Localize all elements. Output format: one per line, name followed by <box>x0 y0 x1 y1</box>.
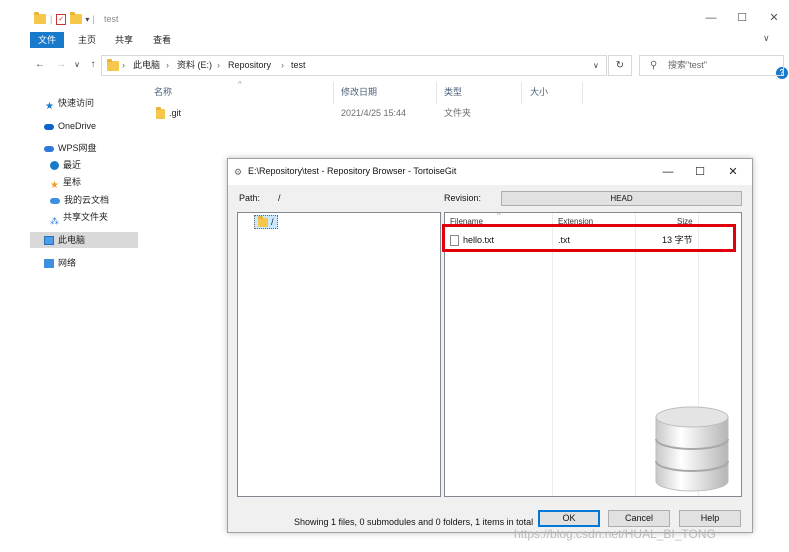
explorer-titlebar: | ✓ ▾ | test — ☐ ✕ <box>0 0 789 30</box>
folder-icon <box>156 106 165 119</box>
cloud-icon <box>44 123 54 130</box>
back-button[interactable]: ← <box>33 58 47 72</box>
minimize-button[interactable]: — <box>703 10 719 26</box>
ok-button[interactable]: OK <box>538 510 600 527</box>
column-header-modified[interactable]: 修改日期 <box>341 85 377 99</box>
close-button[interactable]: ✕ <box>766 10 782 26</box>
repository-browser-dialog: ⚙ E:\Repository\test - Repository Browse… <box>227 158 753 533</box>
highlight-box <box>442 224 736 252</box>
folder-icon[interactable] <box>34 12 46 24</box>
star-icon: ★ <box>50 180 59 192</box>
sidebar-item-wps[interactable]: WPS网盘 <box>44 140 97 156</box>
dialog-titlebar: ⚙ E:\Repository\test - Repository Browse… <box>228 159 752 185</box>
new-folder-icon[interactable] <box>70 12 83 24</box>
sidebar-item-quick-access[interactable]: ★ 快速访问 <box>45 95 94 113</box>
database-icon <box>655 406 729 492</box>
tab-view[interactable]: 查看 <box>145 32 179 48</box>
share-icon: ⁂ <box>50 216 59 227</box>
folder-icon <box>107 59 119 71</box>
forward-button[interactable]: → <box>54 58 68 72</box>
dialog-title: E:\Repository\test - Repository Browser … <box>248 166 457 176</box>
watermark: https://blog.csdn.net/HUAL_BI_TONG <box>514 527 716 541</box>
search-icon: ⚲ <box>650 60 658 71</box>
cloud-icon <box>44 145 54 152</box>
sidebar-item-starred[interactable]: ★ 星标 <box>50 174 81 192</box>
tab-home[interactable]: 主页 <box>70 32 104 48</box>
sidebar-item-network[interactable]: 网络 <box>44 255 76 271</box>
breadcrumb-this-pc[interactable]: 此电脑 <box>133 56 160 75</box>
tortoisegit-icon: ⚙ <box>234 167 243 177</box>
revision-label: Revision: <box>444 193 482 203</box>
dialog-close-button[interactable]: ✕ <box>725 164 741 180</box>
address-bar[interactable]: › 此电脑 › 资料 (E:) › Repository › test ∨ <box>101 55 607 76</box>
search-input[interactable]: ⚲ 搜索"test" <box>639 55 784 76</box>
revision-button[interactable]: HEAD <box>501 191 742 206</box>
refresh-button[interactable]: ↻ <box>608 55 632 76</box>
path-value: / <box>278 193 281 203</box>
star-icon: ★ <box>45 101 54 113</box>
column-header-size[interactable]: 大小 <box>530 85 548 99</box>
sort-indicator-icon: ^ <box>238 80 242 89</box>
address-dropdown-icon[interactable]: ∨ <box>593 56 599 75</box>
clock-icon <box>50 161 59 171</box>
breadcrumb-repository[interactable]: Repository <box>228 56 271 75</box>
dialog-minimize-button[interactable]: — <box>660 164 676 180</box>
up-button[interactable]: ↑ <box>86 58 100 72</box>
sidebar-item-my-cloud[interactable]: 我的云文档 <box>50 192 109 208</box>
sidebar-item-shared[interactable]: ⁂ 共享文件夹 <box>50 209 108 227</box>
sidebar-item-recent[interactable]: 最近 <box>50 157 81 173</box>
properties-icon[interactable]: ✓ <box>56 13 67 25</box>
search-placeholder: 搜索"test" <box>668 60 707 70</box>
customize-toolbar-icon[interactable]: ▾ <box>85 15 89 24</box>
file-row-git[interactable]: .git <box>156 106 181 120</box>
maximize-button[interactable]: ☐ <box>734 10 750 26</box>
ribbon-tabs: 文件 主页 共享 查看 ∨ ? <box>0 32 789 79</box>
address-row: ← → ∨ ↑ › 此电脑 › 资料 (E:) › Repository › t… <box>0 54 789 78</box>
tree-node-root[interactable]: / <box>254 215 278 229</box>
tab-file[interactable]: 文件 <box>30 32 65 48</box>
folder-icon <box>258 216 268 228</box>
cancel-button[interactable]: Cancel <box>608 510 670 527</box>
column-header-name[interactable]: 名称 <box>154 85 172 99</box>
computer-icon <box>44 236 54 246</box>
sort-indicator-icon: ^ <box>497 212 501 220</box>
ribbon-expand-icon[interactable]: ∨ <box>763 33 770 44</box>
sidebar-item-onedrive[interactable]: OneDrive <box>44 118 96 134</box>
sidebar-item-this-pc[interactable]: 此电脑 <box>30 232 138 248</box>
repository-tree[interactable]: / <box>237 212 441 497</box>
breadcrumb-test[interactable]: test <box>291 56 306 75</box>
window-title: test <box>104 14 119 24</box>
status-text: Showing 1 files, 0 submodules and 0 fold… <box>294 517 534 527</box>
tab-share[interactable]: 共享 <box>107 32 141 48</box>
cloud-icon <box>50 197 60 204</box>
column-header-type[interactable]: 类型 <box>444 85 462 99</box>
breadcrumb-drive[interactable]: 资料 (E:) <box>177 56 212 75</box>
path-label: Path: <box>239 193 261 203</box>
network-icon <box>44 259 54 269</box>
recent-locations-chevron-icon[interactable]: ∨ <box>70 58 84 72</box>
dialog-maximize-button[interactable]: ☐ <box>692 164 708 180</box>
quick-access-toolbar: | ✓ ▾ | <box>34 12 98 26</box>
file-type: 文件夹 <box>444 108 472 118</box>
help-button[interactable]: Help <box>679 510 741 527</box>
file-modified: 2021/4/25 15:44 <box>341 108 407 118</box>
